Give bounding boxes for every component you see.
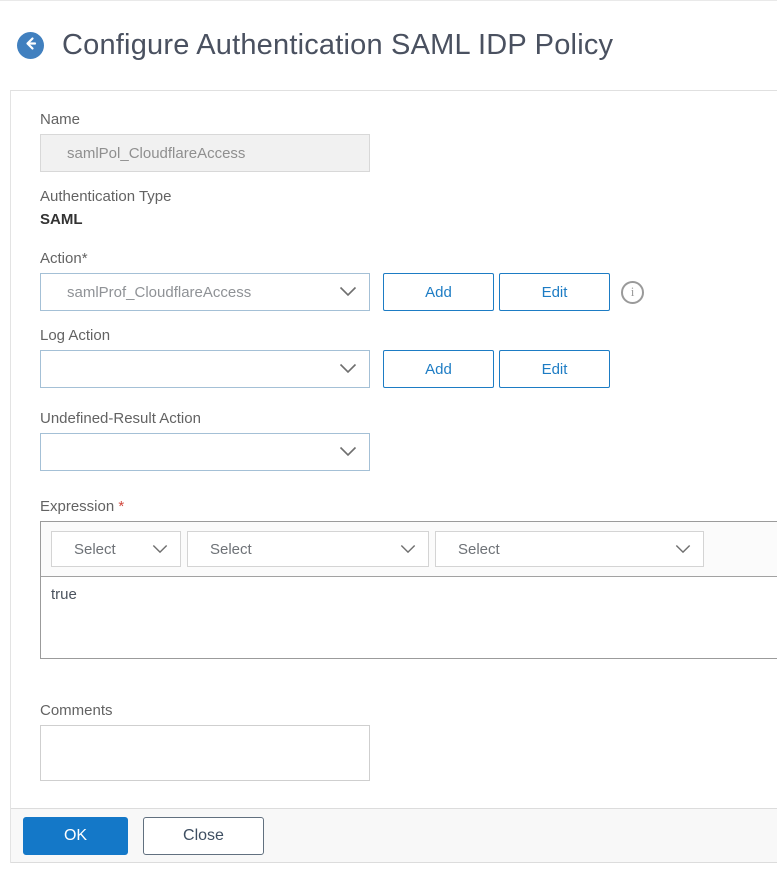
log-action-label: Log Action [40,327,111,344]
info-icon[interactable]: i [621,280,644,304]
form-body: Name Authentication Type SAML Action* sa… [11,91,777,781]
close-button[interactable]: Close [143,816,264,855]
ok-button[interactable]: OK [23,816,128,855]
page-title: Configure Authentication SAML IDP Policy [62,29,614,61]
log-action-edit-button[interactable]: Edit [499,350,610,388]
required-asterisk: * [118,498,125,515]
form-panel: Name Authentication Type SAML Action* sa… [10,90,777,863]
chevron-down-icon [339,361,357,378]
log-action-dropdown[interactable] [40,350,370,388]
expression-select-3[interactable]: Select [435,531,704,567]
action-add-button[interactable]: Add [383,273,494,311]
authentication-type-value: SAML [40,211,83,228]
action-label: Action* [40,250,88,267]
expression-select-1[interactable]: Select [51,531,181,567]
comments-textarea[interactable] [40,725,370,781]
chevron-down-icon [339,444,357,461]
expression-select-2[interactable]: Select [187,531,429,567]
expression-label: Expression * [40,498,125,515]
back-button[interactable] [17,32,44,59]
action-edit-button[interactable]: Edit [499,273,610,311]
chevron-down-icon [675,541,691,558]
chevron-down-icon [339,284,357,301]
action-dropdown-value: samlProf_CloudflareAccess [67,283,252,301]
action-dropdown[interactable]: samlProf_CloudflareAccess [40,273,370,311]
comments-label: Comments [40,702,113,719]
chevron-down-icon [400,541,416,558]
form-footer: OK Close [11,808,777,863]
authentication-type-label: Authentication Type [40,188,172,205]
chevron-down-icon [152,541,168,558]
undefined-result-action-dropdown[interactable] [40,433,370,471]
name-label: Name [40,111,81,128]
page-header: Configure Authentication SAML IDP Policy [0,1,777,90]
expression-toolbar: Select Select Select [41,522,777,577]
expression-textarea[interactable]: true [41,577,777,653]
name-input [40,134,370,172]
arrow-left-icon [23,36,38,56]
undefined-result-action-label: Undefined-Result Action [40,410,201,427]
log-action-add-button[interactable]: Add [383,350,494,388]
expression-editor: Select Select Select true [40,521,777,659]
